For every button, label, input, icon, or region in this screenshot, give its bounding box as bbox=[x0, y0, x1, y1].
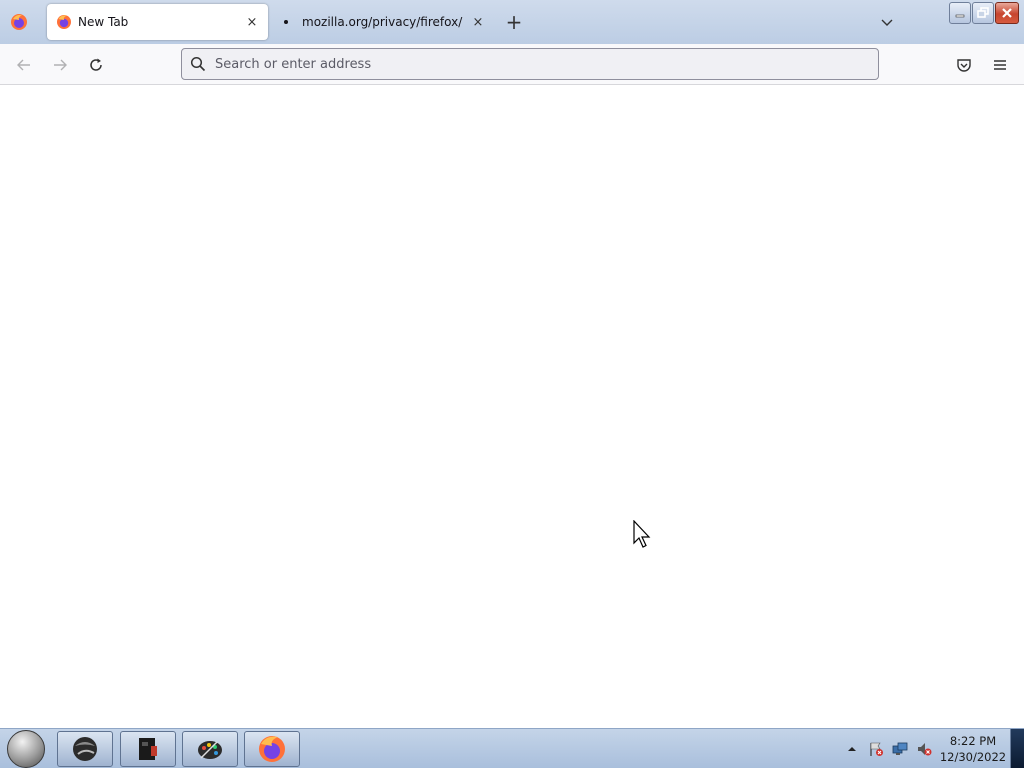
minimize-button[interactable] bbox=[949, 2, 971, 24]
firefox-view-icon[interactable] bbox=[8, 11, 30, 33]
tab-label: New Tab bbox=[78, 15, 129, 29]
taskbar-app-2[interactable] bbox=[120, 731, 176, 767]
search-input[interactable] bbox=[215, 52, 878, 76]
back-arrow-icon[interactable] bbox=[12, 53, 36, 77]
hamburger-menu-icon[interactable] bbox=[988, 53, 1012, 77]
taskbar-app-3[interactable] bbox=[182, 731, 238, 767]
taskbar: 8:22 PM 12/30/2022 bbox=[0, 728, 1024, 768]
reload-icon[interactable] bbox=[84, 53, 108, 77]
system-tray bbox=[843, 739, 933, 759]
close-tab-icon[interactable]: × bbox=[242, 12, 262, 32]
show-desktop-button[interactable] bbox=[1010, 729, 1024, 768]
action-center-icon[interactable] bbox=[867, 740, 885, 758]
new-tab-button[interactable]: + bbox=[503, 11, 525, 33]
pocket-icon[interactable] bbox=[952, 53, 976, 77]
tab-new-tab[interactable]: New Tab × bbox=[47, 4, 268, 40]
address-bar[interactable] bbox=[181, 48, 879, 80]
chevron-down-icon[interactable] bbox=[876, 11, 898, 33]
paint-icon bbox=[198, 741, 222, 759]
taskbar-app-1[interactable] bbox=[57, 731, 113, 767]
explorer-icon bbox=[73, 737, 97, 761]
show-hidden-icons-icon[interactable] bbox=[843, 740, 861, 758]
tab-mozilla-privacy[interactable]: mozilla.org/privacy/firefox/ × bbox=[272, 4, 494, 40]
tab-label: mozilla.org/privacy/firefox/ bbox=[302, 15, 463, 29]
clock-time: 8:22 PM bbox=[949, 734, 997, 748]
clock-date: 12/30/2022 bbox=[939, 750, 1007, 764]
network-icon[interactable] bbox=[891, 740, 909, 758]
tab-strip: New Tab × mozilla.org/privacy/firefox/ ×… bbox=[0, 0, 1024, 44]
close-window-button[interactable] bbox=[995, 2, 1019, 24]
firefox-icon bbox=[56, 14, 72, 30]
close-tab-icon[interactable]: × bbox=[468, 12, 488, 32]
firefox-icon bbox=[259, 736, 285, 762]
media-icon bbox=[139, 738, 157, 760]
window-controls bbox=[949, 2, 1019, 24]
mouse-cursor-icon bbox=[633, 520, 651, 548]
volume-icon[interactable] bbox=[915, 740, 933, 758]
page-content[interactable] bbox=[0, 85, 1024, 728]
loading-dot-icon bbox=[284, 20, 288, 24]
search-icon bbox=[190, 56, 206, 72]
system-clock[interactable]: 8:22 PM 12/30/2022 bbox=[938, 733, 1008, 765]
start-button[interactable] bbox=[7, 730, 45, 768]
forward-arrow-icon[interactable] bbox=[48, 53, 72, 77]
taskbar-app-firefox[interactable] bbox=[244, 731, 300, 767]
nav-toolbar bbox=[0, 44, 1024, 85]
restore-button[interactable] bbox=[972, 2, 994, 24]
